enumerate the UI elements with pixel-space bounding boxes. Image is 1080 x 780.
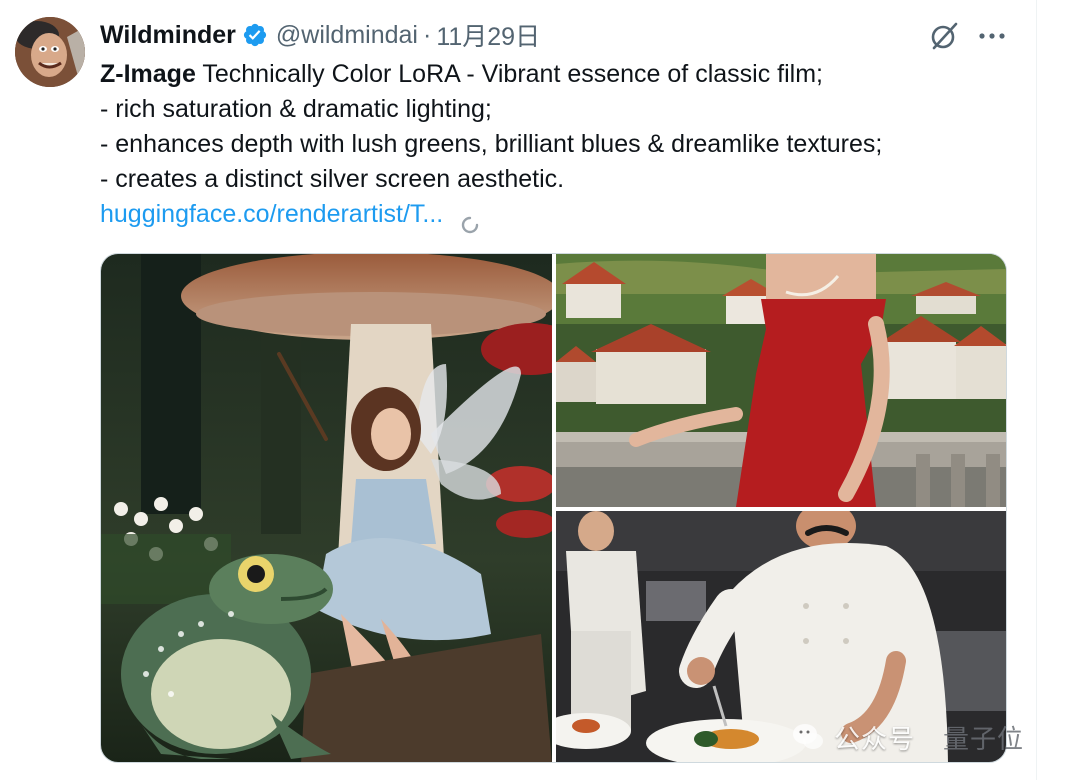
- grok-icon[interactable]: [926, 18, 962, 54]
- tweet-text-line: - creates a distinct silver screen aesth…: [100, 165, 565, 193]
- author-handle[interactable]: @wildmindai: [276, 21, 418, 50]
- tweet-header: Wildminder @wildmindai · 11月29日: [100, 18, 540, 52]
- woman-in-red-dress-on-balcony-image[interactable]: [556, 254, 1006, 507]
- fairy-on-mushroom-with-frog-image[interactable]: [101, 254, 552, 762]
- tweet-title-line: Z-Image Technically Color LoRA - Vibrant…: [100, 57, 1020, 92]
- author-avatar[interactable]: [15, 17, 85, 87]
- tweet-link-line: huggingface.co/renderartist/T...: [100, 197, 1020, 233]
- verified-badge-icon: [242, 22, 268, 48]
- watermark-text: 公众号: [834, 723, 916, 754]
- header-separator: ·: [422, 20, 432, 49]
- tweet-timestamp[interactable]: 11月29日: [436, 17, 540, 53]
- watermark-brand: 量子位: [943, 723, 1025, 754]
- tweet: Wildminder @wildmindai · 11月29日 Z-Image …: [0, 0, 1036, 780]
- loading-spinner-icon: [461, 209, 479, 233]
- author-display-name[interactable]: Wildminder: [100, 21, 236, 50]
- watermark: 公众号 量子位: [790, 718, 1024, 756]
- tweet-body: Z-Image Technically Color LoRA - Vibrant…: [100, 57, 1020, 233]
- tweet-link[interactable]: huggingface.co/renderartist/T...: [100, 197, 443, 232]
- more-options-icon[interactable]: [974, 18, 1010, 54]
- tweet-title-bold: Z-Image: [100, 60, 196, 88]
- tweet-text-line: - rich saturation & dramatic lighting;: [100, 95, 492, 123]
- column-divider: [1036, 0, 1037, 780]
- tweet-text-line: - enhances depth with lush greens, brill…: [100, 130, 883, 158]
- wechat-icon: [790, 719, 826, 755]
- tweet-media-grid: [100, 253, 1007, 763]
- tweet-title-rest: Technically Color LoRA - Vibrant essence…: [195, 60, 823, 88]
